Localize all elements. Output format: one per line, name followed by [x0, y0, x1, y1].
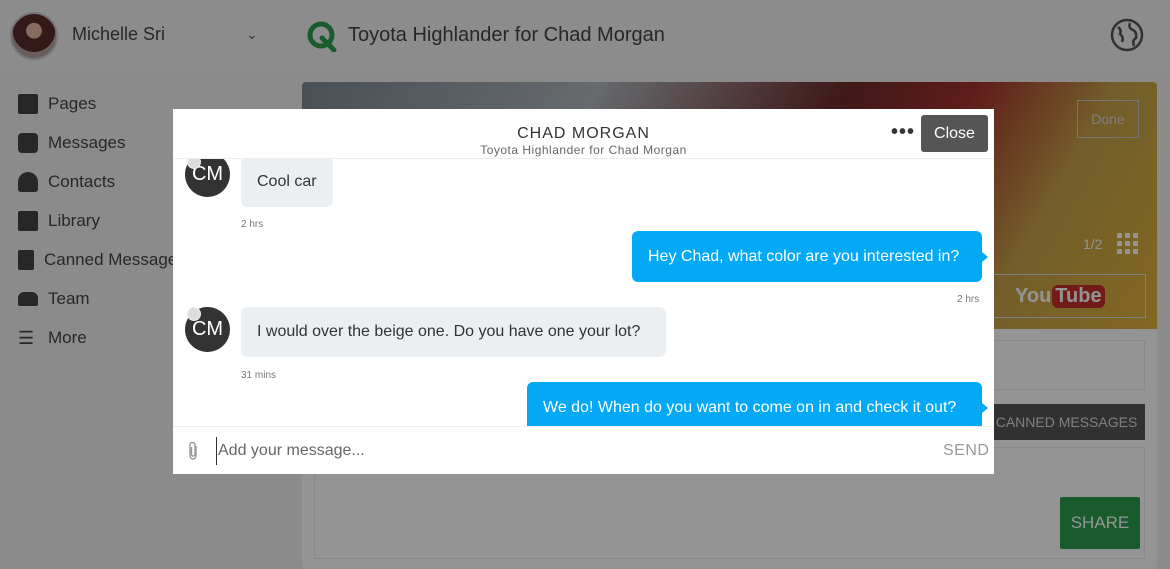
message-thread[interactable]: CM Cool car 2 hrs Hey Chad, what color a…	[173, 159, 994, 426]
message-text: Hey Chad, what color are you interested …	[648, 247, 960, 265]
message-time: 31 mins	[241, 370, 277, 381]
message-text: We do! When do you want to come on in an…	[543, 398, 957, 416]
message-text: I would over the beige one. Do you have …	[257, 323, 641, 340]
conversation-subtitle: Toyota Highlander for Chad Morgan	[480, 143, 687, 157]
presence-indicator	[187, 307, 201, 321]
message-bubble-incoming: Cool car	[241, 159, 333, 207]
message-time: 2 hrs	[957, 294, 980, 305]
more-options-icon[interactable]: •••	[891, 121, 915, 144]
message-bubble-outgoing: Hey Chad, what color are you interested …	[632, 231, 988, 282]
message-time: 2 hrs	[241, 219, 264, 230]
message-bubble-incoming: I would over the beige one. Do you have …	[241, 307, 666, 357]
message-composer: SEND	[173, 426, 994, 474]
modal-header: CHAD MORGAN Toyota Highlander for Chad M…	[173, 109, 994, 159]
message-input[interactable]	[216, 437, 916, 465]
chat-modal: CHAD MORGAN Toyota Highlander for Chad M…	[173, 109, 994, 474]
send-button[interactable]: SEND	[943, 442, 989, 460]
paperclip-icon[interactable]	[186, 441, 200, 461]
message-bubble-outgoing: We do! When do you want to come on in an…	[527, 382, 988, 426]
close-button[interactable]: Close	[921, 115, 988, 152]
message-text: Cool car	[257, 173, 317, 190]
contact-name: CHAD MORGAN	[517, 125, 650, 142]
